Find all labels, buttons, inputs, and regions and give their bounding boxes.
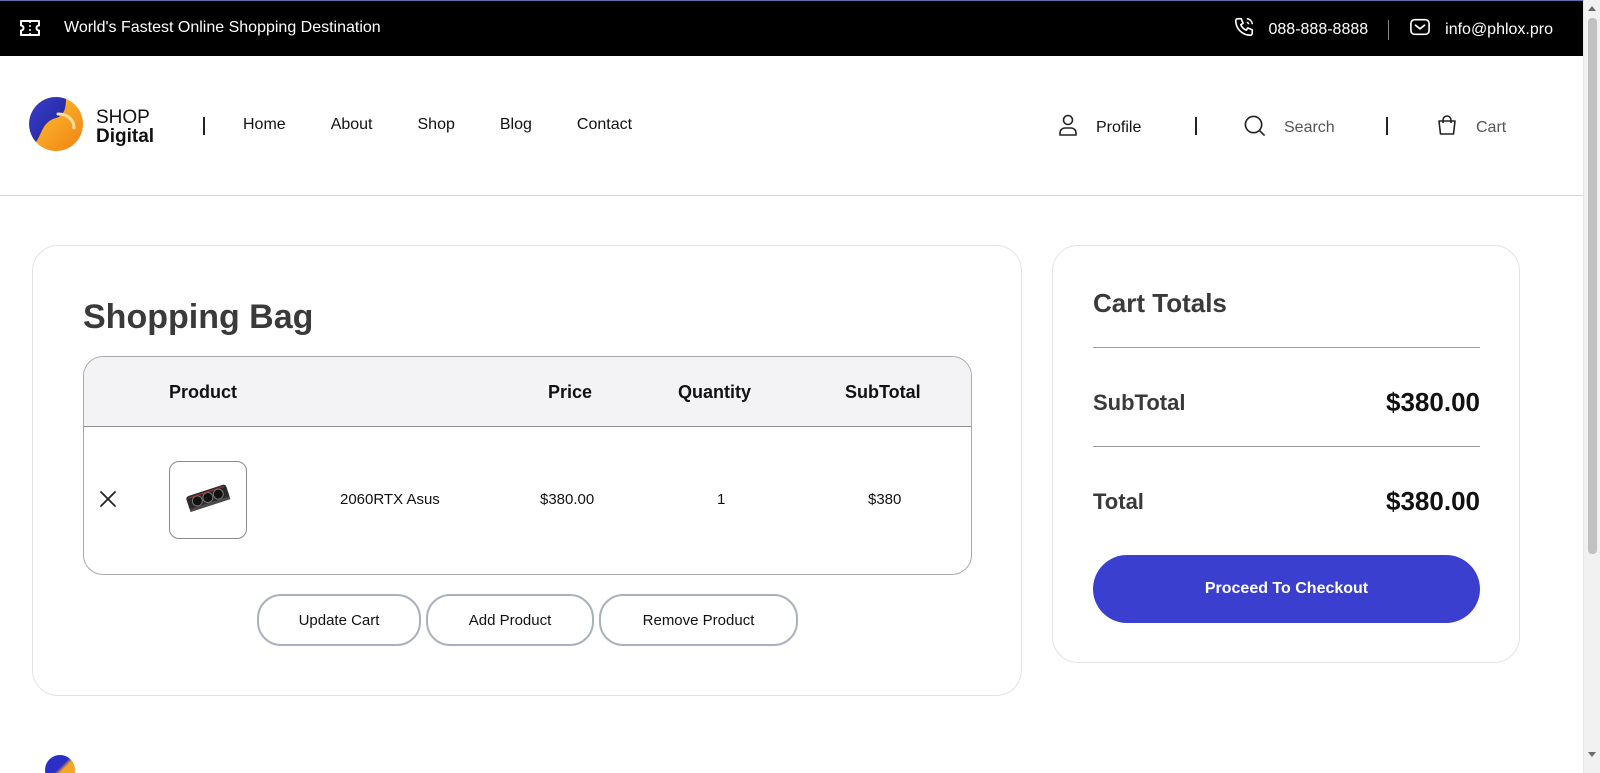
column-product: Product — [169, 382, 238, 402]
tagline-group: World's Fastest Online Shopping Destinat… — [18, 17, 381, 39]
site-logo[interactable]: SHOP Digital — [28, 96, 154, 157]
contact-divider — [1388, 19, 1390, 40]
email-address: info@phlox.pro — [1445, 20, 1553, 38]
shopping-bag-icon — [1436, 114, 1458, 141]
top-bar: World's Fastest Online Shopping Destinat… — [0, 0, 1583, 56]
shopping-bag-card: Shopping Bag Product Price Quantity SubT… — [32, 245, 1022, 696]
contact-group: 088-888-8888 info@phlox.pro — [1233, 16, 1553, 43]
cart-table-header: Product Price Quantity SubTotal — [84, 357, 971, 427]
total-value: $380.00 — [1386, 486, 1480, 516]
product-price: $380.00 — [540, 491, 595, 508]
ticket-icon — [18, 17, 42, 39]
subtotal-value: $380.00 — [1386, 387, 1480, 417]
search-cart-divider — [1386, 117, 1388, 135]
cart-link[interactable]: Cart — [1436, 114, 1506, 141]
profile-label: Profile — [1096, 118, 1142, 136]
tagline-text: World's Fastest Online Shopping Destinat… — [64, 19, 381, 36]
totals-divider — [1093, 446, 1480, 447]
scroll-down-arrow-icon[interactable] — [1588, 752, 1596, 757]
search-label: Search — [1284, 119, 1335, 136]
logo-nav-divider — [203, 117, 205, 135]
column-quantity: Quantity — [678, 382, 752, 402]
user-icon — [1058, 114, 1078, 141]
profile-search-divider — [1195, 117, 1197, 135]
product-quantity[interactable]: 1 — [717, 491, 725, 508]
scrollbar-thumb[interactable] — [1588, 18, 1597, 554]
nav-blog[interactable]: Blog — [500, 116, 532, 134]
main-nav: Home About Shop Blog Contact — [243, 116, 632, 134]
nav-shop[interactable]: Shop — [418, 116, 455, 134]
graphics-card-icon — [183, 481, 233, 520]
profile-link[interactable]: Profile — [1058, 114, 1141, 141]
page: World's Fastest Online Shopping Destinat… — [0, 0, 1600, 773]
footer-logo-mark-icon — [45, 755, 75, 773]
search-icon — [1243, 114, 1266, 142]
main-header: SHOP Digital Home About Shop Blog Contac… — [0, 56, 1583, 196]
product-thumbnail[interactable] — [169, 461, 247, 539]
nav-contact[interactable]: Contact — [577, 116, 632, 134]
subtotal-row: SubTotal $380.00 — [1093, 387, 1480, 418]
scroll-up-arrow-icon[interactable] — [1588, 6, 1596, 11]
email-link[interactable]: info@phlox.pro — [1409, 17, 1553, 42]
nav-about[interactable]: About — [331, 116, 373, 134]
cart-label: Cart — [1476, 118, 1507, 136]
total-row: Total $380.00 — [1093, 486, 1480, 517]
remove-product-button[interactable]: Remove Product — [599, 594, 798, 646]
logo-digital-text: Digital — [96, 125, 155, 147]
mail-icon — [1409, 17, 1431, 42]
cart-actions: Update Cart Add Product Remove Product — [257, 594, 798, 646]
subtotal-label: SubTotal — [1093, 389, 1186, 415]
remove-item-icon[interactable] — [98, 489, 118, 509]
phone-number: 088-888-8888 — [1268, 20, 1369, 38]
column-price: Price — [548, 382, 593, 402]
shopping-bag-title: Shopping Bag — [83, 298, 314, 336]
phone-link[interactable]: 088-888-8888 — [1233, 16, 1369, 43]
logo-mark-icon — [28, 96, 84, 157]
product-name[interactable]: 2060RTX Asus — [340, 491, 440, 508]
page-scrollbar[interactable] — [1583, 0, 1600, 773]
logo-shop-text: SHOP — [96, 106, 150, 128]
cart-table: Product Price Quantity SubTotal 2060RTX … — [83, 356, 972, 575]
phone-icon — [1233, 16, 1255, 43]
logo-text: SHOP Digital — [96, 108, 154, 146]
search-button[interactable]: Search — [1243, 114, 1335, 142]
column-subtotal: SubTotal — [845, 382, 921, 402]
add-product-button[interactable]: Add Product — [426, 594, 594, 646]
proceed-to-checkout-button[interactable]: Proceed To Checkout — [1093, 555, 1480, 623]
totals-divider — [1093, 347, 1480, 348]
nav-home[interactable]: Home — [243, 116, 286, 134]
product-subtotal: $380 — [868, 491, 902, 508]
total-label: Total — [1093, 488, 1144, 514]
update-cart-button[interactable]: Update Cart — [257, 594, 421, 646]
cart-totals-title: Cart Totals — [1093, 288, 1227, 318]
cart-totals-card: Cart Totals SubTotal $380.00 Total $380.… — [1052, 245, 1520, 663]
